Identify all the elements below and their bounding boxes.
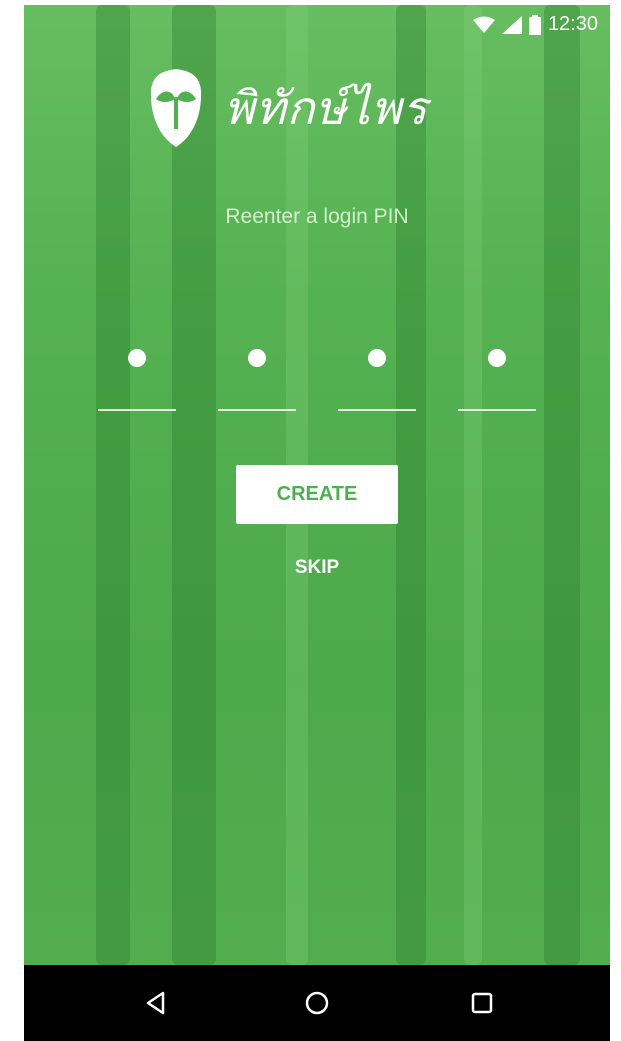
status-time: 12:30 — [547, 13, 598, 35]
signal-icon — [501, 15, 522, 34]
create-button[interactable]: CREATE — [236, 465, 398, 524]
pin-prompt: Reenter a login PIN — [225, 205, 409, 228]
pin-dot — [368, 349, 386, 367]
pin-digit-4[interactable] — [458, 341, 536, 411]
pin-dot — [128, 349, 146, 367]
status-bar: 12:30 — [24, 5, 610, 49]
pin-underline — [338, 409, 416, 411]
wifi-icon — [472, 16, 495, 33]
pin-underline — [458, 409, 536, 411]
home-icon[interactable] — [297, 985, 337, 1021]
app-screen: 12:30 พิทักษ์ไพร Reenter a login PIN CRE… — [24, 5, 610, 1041]
pin-digit-1[interactable] — [98, 341, 176, 411]
pin-dot — [248, 349, 266, 367]
pin-underline — [98, 409, 176, 411]
shield-leaf-icon — [150, 69, 202, 147]
skip-button[interactable]: SKIP — [24, 557, 610, 579]
navigation-bar — [24, 965, 610, 1041]
pin-dot — [488, 349, 506, 367]
battery-icon — [528, 14, 541, 35]
app-name: พิทักษ์ไพร — [224, 80, 428, 135]
pin-digit-3[interactable] — [338, 341, 416, 411]
app-logo: พิทักษ์ไพร — [148, 67, 428, 149]
recents-icon[interactable] — [462, 985, 502, 1021]
back-icon[interactable] — [136, 985, 176, 1021]
pin-underline — [218, 409, 296, 411]
pin-digit-2[interactable] — [218, 341, 296, 411]
